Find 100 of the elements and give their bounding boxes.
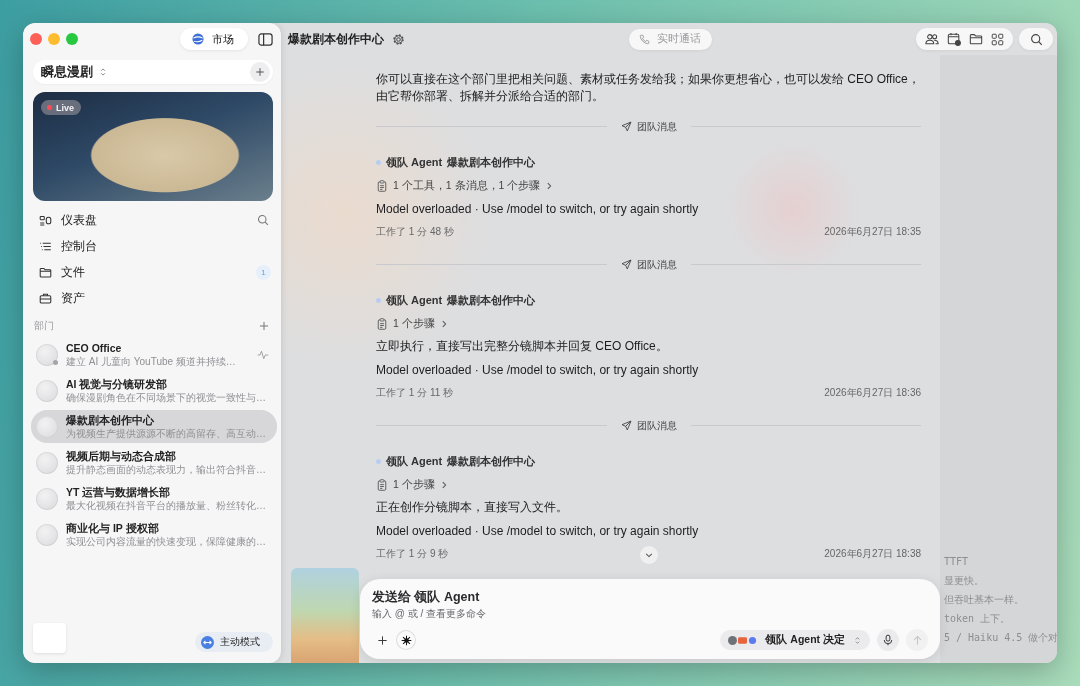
chevron-down-icon — [645, 551, 653, 559]
files-button[interactable] — [969, 31, 983, 47]
dot-icon — [376, 298, 381, 303]
department-tag: 爆款剧本创作中心 — [447, 454, 536, 469]
microphone-button[interactable] — [877, 629, 899, 651]
burst-button[interactable] — [396, 630, 416, 650]
department-name: 商业化与 IP 授权部 — [66, 520, 160, 535]
folder-icon — [969, 32, 983, 46]
clipboard-icon — [376, 179, 388, 192]
count-badge: 1 — [256, 264, 271, 280]
department-item[interactable]: CEO Office 建立 AI 儿童向 YouTube 频道并持续… — [31, 338, 277, 371]
chevron-right-icon — [439, 480, 448, 489]
message-text: Model overloaded · Use /model to switch, or try again shortly — [376, 362, 699, 377]
search-button[interactable] — [1019, 28, 1053, 50]
department-name: CEO Office — [66, 340, 123, 355]
nav-item[interactable]: 控制台 — [33, 233, 273, 259]
dot-icon — [376, 459, 381, 464]
apps-button[interactable] — [991, 31, 1004, 47]
send-icon — [620, 121, 632, 132]
department-tag: 爆款剧本创作中心 — [447, 293, 536, 308]
market-button[interactable]: 市场 — [180, 28, 248, 50]
nav-item[interactable]: 仪表盘 — [33, 207, 257, 233]
avatar-icon — [36, 343, 58, 366]
steps-toggle[interactable]: 1 个步骤 — [376, 475, 448, 494]
avatar-icon — [36, 451, 58, 474]
updown-icon — [98, 67, 108, 77]
department-item[interactable]: 商业化与 IP 授权部 实现公司内容流量的快速变现，保障健康的… — [31, 518, 277, 551]
add-button[interactable] — [250, 62, 270, 82]
divider-label: 团队消息 — [636, 257, 677, 272]
department-item[interactable]: YT 运营与数据增长部 最大化视频在抖音平台的播放量、粉丝转化… — [31, 482, 277, 515]
burst-icon — [400, 634, 412, 646]
layout-icon — [39, 213, 52, 227]
message-text: Model overloaded · Use /model to switch, or try again shortly — [376, 523, 699, 538]
members-button[interactable] — [925, 31, 939, 47]
send-icon — [620, 420, 632, 431]
send-icon — [620, 259, 632, 270]
grid-icon — [991, 32, 1004, 46]
department-description: 实现公司内容流量的快速变现，保障健康的… — [66, 534, 267, 549]
avatar-icon — [36, 379, 58, 402]
department-name: 爆款剧本创作中心 — [66, 412, 155, 427]
avatar-icon — [36, 415, 58, 438]
steps-toggle[interactable]: 1 个工具，1 条消息，1 个步骤 — [376, 176, 554, 195]
workspace-selector[interactable]: 瞬息漫剧 — [41, 62, 108, 82]
section-label: 部门 — [34, 319, 54, 333]
message-text: Model overloaded · Use /model to switch, or try again shortly — [376, 201, 699, 216]
department-item[interactable]: 视频后期与动态合成部 提升静态画面的动态表现力，输出符合抖音… — [31, 446, 277, 479]
recipient-label: 发送给 领队 Agent — [372, 589, 481, 606]
chevron-right-icon — [439, 319, 448, 328]
model-selector[interactable]: 领队 Agent 决定 — [720, 630, 870, 650]
nav-item[interactable]: 文件 1 — [33, 259, 273, 285]
arrows-circle-icon — [201, 635, 214, 649]
plus-icon — [259, 321, 269, 331]
add-department-button[interactable] — [259, 321, 269, 331]
dot-icon — [376, 160, 381, 165]
department-name: 视频后期与动态合成部 — [66, 448, 177, 463]
microphone-icon — [882, 634, 894, 646]
search-icon — [1029, 32, 1043, 46]
settings-button[interactable] — [392, 32, 405, 46]
phone-icon — [639, 33, 650, 45]
briefcase-icon — [39, 291, 52, 305]
avatar-icon — [36, 487, 58, 510]
calendar-icon — [947, 32, 961, 46]
steps-toggle[interactable]: 1 个步骤 — [376, 314, 448, 333]
clipboard-icon — [376, 317, 388, 330]
sender-name: 领队 Agent — [386, 155, 443, 170]
close-button[interactable] — [30, 33, 42, 45]
sidebar-toggle-button[interactable] — [258, 31, 273, 47]
message-time: 2026年6月27日 18:35 — [824, 224, 921, 239]
message-text: 正在创作分镜脚本，直接写入文件。 — [376, 499, 568, 516]
department-description: 提升静态画面的动态表现力，输出符合抖音… — [66, 462, 267, 477]
department-name: AI 视觉与分镜研发部 — [66, 376, 169, 391]
nav-item[interactable]: 资产 — [33, 285, 273, 311]
department-description: 建立 AI 儿童向 YouTube 频道并持续… — [66, 354, 237, 369]
message-time: 2026年6月27日 18:38 — [824, 546, 921, 561]
globe-icon — [192, 33, 204, 45]
message-time: 2026年6月27日 18:36 — [824, 385, 921, 400]
work-duration: 工作了 1 分 48 秒 — [376, 224, 454, 239]
message-input[interactable]: 输入 @ 或 / 查看更多命令 — [372, 606, 928, 620]
plus-icon — [376, 634, 388, 646]
sender-name: 领队 Agent — [386, 454, 443, 469]
chevron-right-icon — [545, 181, 554, 190]
sender-name: 领队 Agent — [386, 293, 443, 308]
calendar-button[interactable] — [947, 31, 961, 47]
sidebar-icon — [258, 31, 273, 47]
terminal-line: TTFT — [944, 555, 970, 569]
department-tag: 爆款剧本创作中心 — [447, 155, 536, 170]
scroll-down-button[interactable] — [640, 546, 658, 564]
channel-title: 爆款剧本创作中心 — [288, 30, 384, 48]
people-icon — [925, 32, 939, 46]
department-item[interactable]: 爆款剧本创作中心 为视频生产提供源源不断的高留存、高互动… — [31, 410, 277, 443]
search-icon — [257, 214, 269, 226]
terminal-line: 显更快。 — [944, 574, 985, 588]
live-dot-icon — [47, 105, 52, 110]
mode-button[interactable]: 主动模式 — [195, 632, 273, 652]
search-button[interactable] — [257, 214, 269, 226]
settings-icon — [392, 32, 405, 46]
plus-icon — [255, 67, 265, 77]
clipboard-icon — [376, 478, 388, 491]
department-description: 最大化视频在抖音平台的播放量、粉丝转化… — [66, 498, 267, 513]
avatar-icon — [36, 523, 58, 546]
